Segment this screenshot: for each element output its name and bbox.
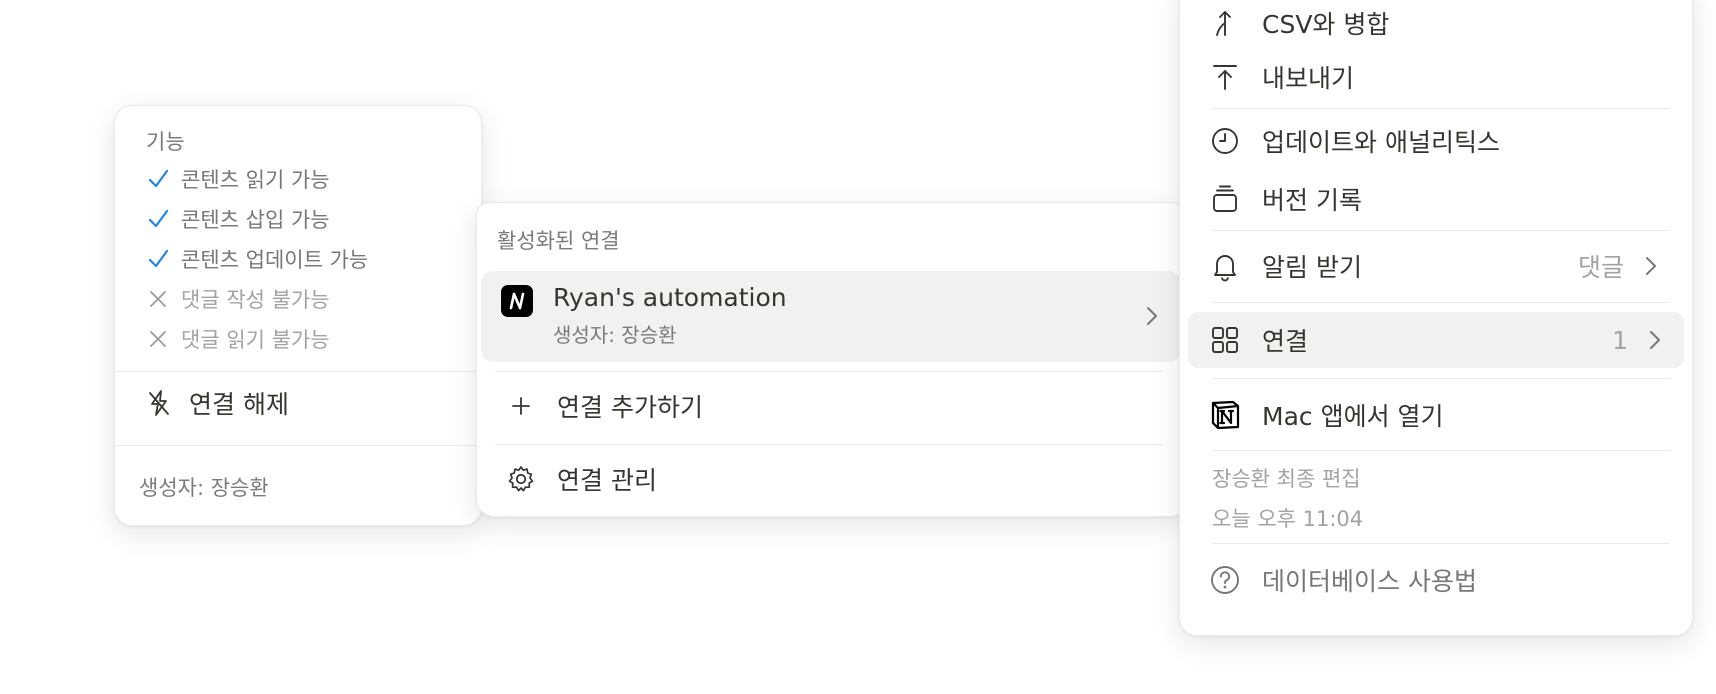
divider [1212, 378, 1670, 379]
capabilities-panel: 기능 콘텐츠 읽기 가능 콘텐츠 삽입 가능 콘텐츠 업데이트 가능 댓글 작성… [114, 105, 482, 526]
notifications-value: 댓글 [1577, 253, 1624, 282]
updates-analytics-item[interactable]: 업데이트와 애널리틱스 [1202, 115, 1670, 167]
bell-icon [1208, 249, 1242, 283]
capabilities-title: 기능 [146, 130, 185, 154]
x-icon [147, 328, 169, 350]
section-title: 활성화된 연결 [497, 229, 620, 253]
export-label: 내보내기 [1262, 64, 1355, 93]
capability-label: 콘텐츠 읽기 가능 [181, 168, 330, 192]
divider [1212, 108, 1670, 109]
capability-item: 콘텐츠 삽입 가능 [147, 199, 330, 239]
open-in-mac-item[interactable]: Mac 앱에서 열기 [1202, 389, 1670, 441]
connections-label: 연결 [1262, 327, 1309, 356]
clock-icon [1208, 124, 1242, 158]
notifications-item[interactable]: 알림 받기 댓글 [1202, 240, 1670, 292]
divider [495, 371, 1163, 372]
disconnect-label: 연결 해제 [189, 390, 289, 419]
capability-item: 콘텐츠 업데이트 가능 [147, 239, 368, 279]
updates-analytics-label: 업데이트와 애널리틱스 [1262, 128, 1500, 157]
divider [1212, 450, 1670, 451]
open-in-mac-label: Mac 앱에서 열기 [1262, 402, 1444, 431]
connection-name: Ryan's automation [553, 283, 787, 312]
creator-text: 생성자: 장승환 [139, 476, 269, 500]
disconnect-button[interactable]: 연결 해제 [117, 380, 479, 426]
connections-item[interactable]: 연결 1 [1188, 312, 1684, 368]
active-connection-row[interactable]: Ryan's automation 생성자: 장승환 [481, 271, 1181, 362]
plus-icon [507, 392, 535, 420]
connection-creator: 생성자: 장승환 [553, 323, 677, 347]
divider [115, 445, 481, 446]
manage-connections-button[interactable]: 연결 관리 [481, 448, 1181, 510]
connections-panel: 활성화된 연결 Ryan's automation 생성자: 장승환 연결 추가… [476, 202, 1188, 517]
bolt-slash-icon [145, 389, 173, 417]
last-edited-by: 장승환 최종 편집 [1212, 467, 1361, 491]
merge-icon [1208, 6, 1242, 40]
help-icon [1208, 563, 1242, 597]
stack-icon [1208, 182, 1242, 216]
check-icon [147, 208, 169, 230]
last-edited-time: 오늘 오후 11:04 [1212, 507, 1364, 531]
add-connection-button[interactable]: 연결 추가하기 [481, 375, 1181, 437]
x-icon [147, 288, 169, 310]
divider [495, 444, 1163, 445]
add-connection-label: 연결 추가하기 [557, 393, 703, 422]
export-item[interactable]: 내보내기 [1202, 51, 1670, 103]
divider [1212, 230, 1670, 231]
capability-label: 콘텐츠 삽입 가능 [181, 208, 330, 232]
capability-label: 콘텐츠 업데이트 가능 [181, 248, 369, 272]
chevron-right-icon [1145, 304, 1159, 328]
version-history-label: 버전 기록 [1262, 186, 1362, 215]
divider [115, 371, 481, 372]
manage-connections-label: 연결 관리 [557, 466, 657, 495]
notion-logo-icon [1208, 398, 1242, 432]
help-label: 데이터베이스 사용법 [1262, 567, 1477, 596]
capability-item: 댓글 읽기 불가능 [147, 319, 330, 359]
connections-count: 1 [1612, 325, 1628, 355]
export-icon [1208, 60, 1242, 94]
grid-icon [1208, 323, 1242, 357]
merge-csv-label: CSV와 병합 [1262, 10, 1390, 39]
check-icon [147, 168, 169, 190]
capability-label: 댓글 읽기 불가능 [181, 328, 330, 352]
merge-csv-item[interactable]: CSV와 병합 [1202, 0, 1670, 49]
check-icon [147, 248, 169, 270]
capability-item: 콘텐츠 읽기 가능 [147, 159, 330, 199]
version-history-item[interactable]: 버전 기록 [1202, 173, 1670, 225]
divider [1212, 543, 1670, 544]
automation-logo-icon [501, 285, 533, 317]
gear-icon [507, 465, 535, 493]
capability-item: 댓글 작성 불가능 [147, 279, 330, 319]
divider [1212, 302, 1670, 303]
page-menu: CSV와 병합 내보내기 업데이트와 애널리틱스 버전 기록 알림 받기 댓글 … [1179, 0, 1693, 636]
help-item[interactable]: 데이터베이스 사용법 [1202, 554, 1670, 606]
notifications-label: 알림 받기 [1262, 253, 1362, 282]
chevron-right-icon [1644, 254, 1658, 278]
chevron-right-icon [1648, 328, 1662, 352]
capability-label: 댓글 작성 불가능 [181, 288, 330, 312]
